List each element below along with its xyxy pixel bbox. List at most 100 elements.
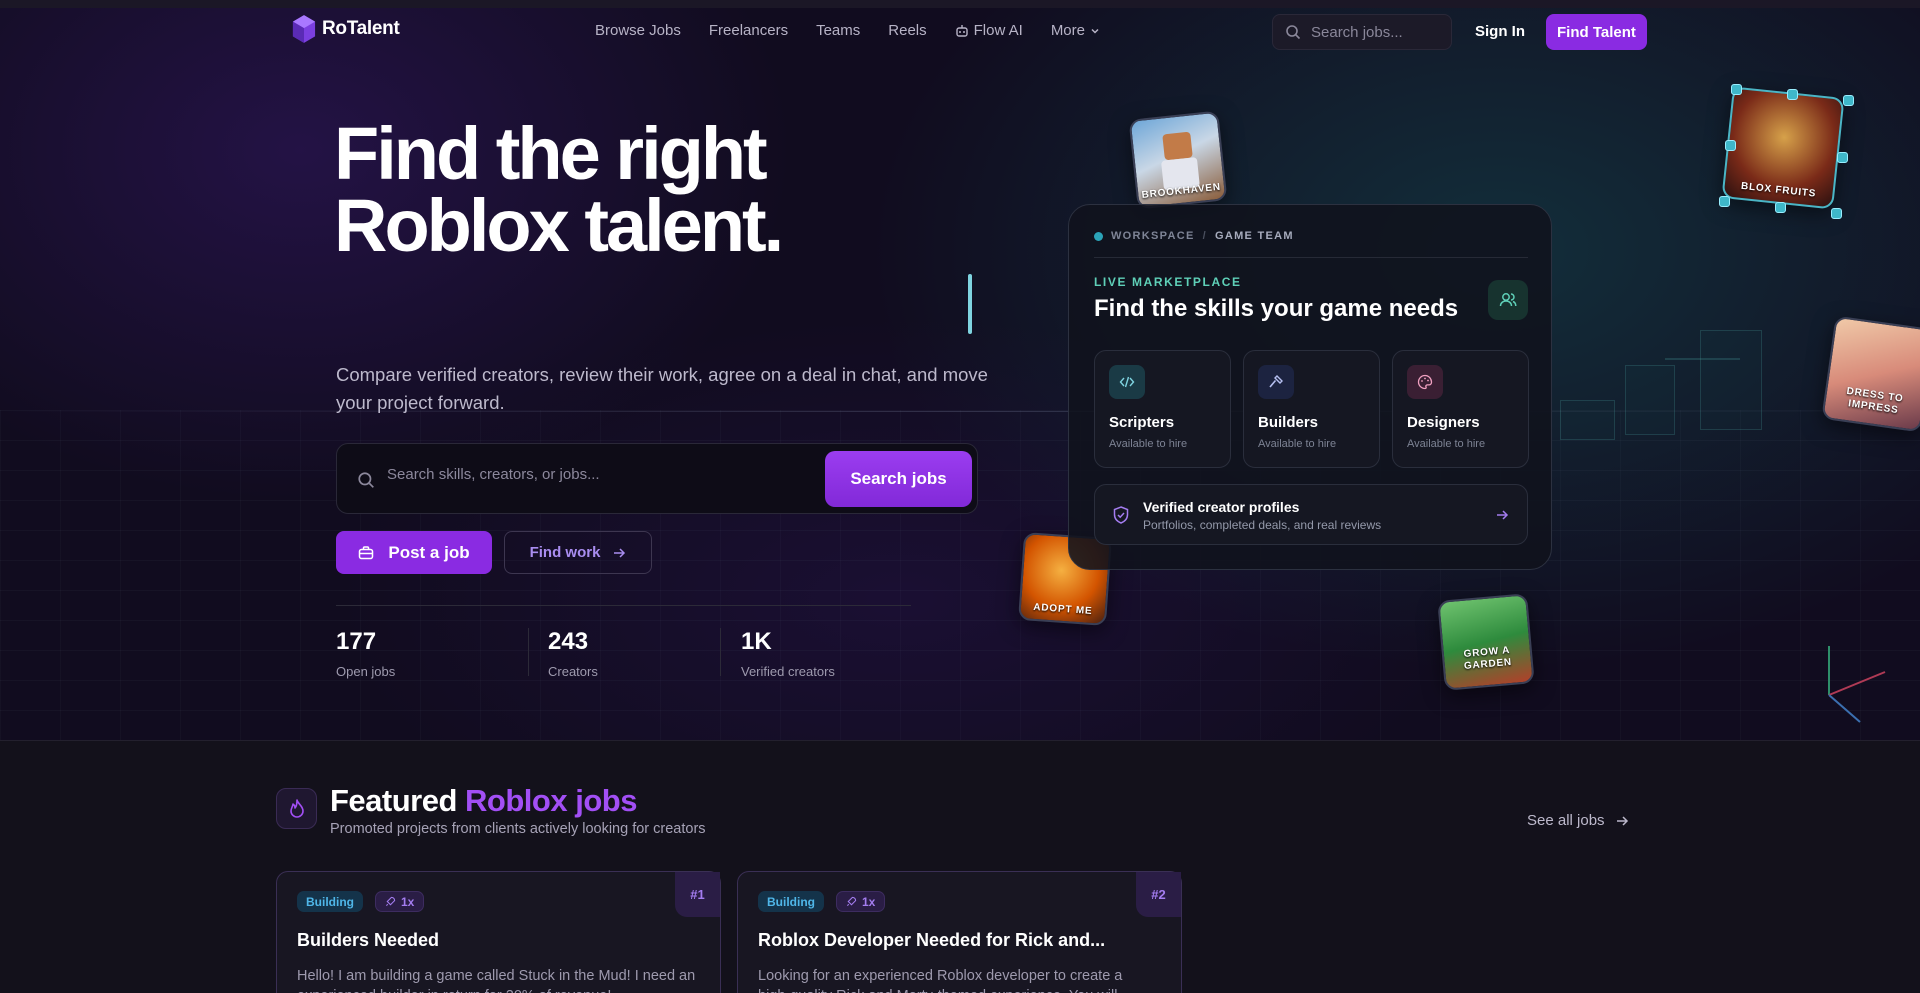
boost-badge: 1x (375, 891, 425, 912)
verified-profiles-row[interactable]: Verified creator profiles Portfolios, co… (1094, 484, 1528, 545)
stat-separator (528, 628, 529, 676)
resize-handle[interactable] (1831, 208, 1842, 219)
game-tile-grow-a-garden[interactable]: GROW A GARDEN (1437, 593, 1535, 691)
skill-card-designers[interactable]: Designers Available to hire (1392, 350, 1529, 468)
resize-handle[interactable] (1775, 202, 1786, 213)
search-icon (358, 472, 374, 488)
resize-handle[interactable] (1731, 84, 1742, 95)
nav-more-label: More (1050, 22, 1085, 39)
rank-badge: #1 (675, 872, 720, 917)
workspace-breadcrumb: WORKSPACE / GAME TEAM (1094, 230, 1294, 242)
nav-browse-jobs[interactable]: Browse Jobs (595, 22, 681, 39)
category-badge: Building (297, 891, 363, 912)
skill-icon-bg (1109, 365, 1145, 399)
crumb-separator: / (1202, 230, 1207, 242)
deco-block (1625, 365, 1675, 435)
resize-handle[interactable] (1719, 196, 1730, 207)
brand-logo[interactable]: RoTalent (292, 14, 400, 44)
marketplace-eyebrow: LIVE MARKETPLACE (1094, 275, 1242, 289)
nav-search-input[interactable] (1311, 23, 1441, 41)
rocket-icon (385, 896, 396, 907)
deco-block (1700, 330, 1762, 430)
nav-search[interactable] (1272, 14, 1452, 50)
search-icon (1286, 25, 1301, 40)
axis-gizmo-icon (1828, 646, 1886, 723)
skill-status: Available to hire (1109, 438, 1188, 450)
nav-teams[interactable]: Teams (816, 22, 860, 39)
skill-card-scripters[interactable]: Scripters Available to hire (1094, 350, 1231, 468)
skill-name: Scripters (1109, 414, 1175, 431)
hammer-icon (1269, 375, 1283, 388)
find-work-label: Find work (529, 544, 601, 561)
game-tile-brookhaven[interactable]: BROOKHAVEN (1128, 110, 1228, 210)
sign-in-link[interactable]: Sign In (1475, 23, 1525, 40)
hero-title: Find the right Roblox talent. (334, 112, 784, 267)
stat-label: Creators (548, 664, 598, 679)
nav-links: Browse Jobs Freelancers Teams Reels Flow… (595, 22, 1100, 39)
find-work-button[interactable]: Find work (504, 531, 652, 574)
resize-handle[interactable] (1787, 89, 1798, 100)
featured-subtitle: Promoted projects from clients actively … (330, 821, 706, 837)
briefcase-icon (359, 545, 374, 559)
game-label: BLOX FRUITS (1740, 180, 1817, 200)
skill-status: Available to hire (1407, 438, 1486, 450)
featured-title-b: Roblox jobs (465, 783, 637, 818)
hero-search-input[interactable] (387, 466, 807, 483)
arrow-right-icon (1616, 815, 1628, 826)
skill-icon-bg (1258, 365, 1294, 399)
skill-name: Designers (1407, 414, 1480, 431)
workspace-card: WORKSPACE / GAME TEAM LIVE MARKETPLACE F… (1068, 204, 1552, 570)
nav-more[interactable]: More (1051, 22, 1100, 39)
stat-value: 243 (548, 628, 589, 655)
stat-label: Open jobs (336, 664, 396, 679)
hero-search-bar: Search jobs (336, 443, 978, 514)
job-description: Looking for an experienced Roblox develo… (758, 968, 1130, 993)
see-all-label: See all jobs (1527, 812, 1605, 829)
skill-card-builders[interactable]: Builders Available to hire (1243, 350, 1380, 468)
post-job-button[interactable]: Post a job (336, 531, 492, 574)
game-tile-blox-fruits[interactable]: BLOX FRUITS (1721, 86, 1845, 210)
stat-value: 177 (336, 628, 377, 655)
game-tile-dress-to-impress[interactable]: DRESS TO IMPRESS (1821, 315, 1920, 433)
resize-handle[interactable] (1837, 152, 1848, 163)
crumb-game-team: GAME TEAM (1214, 230, 1294, 242)
resize-handle[interactable] (1725, 140, 1736, 151)
nav-flow-ai[interactable]: Flow AI (955, 22, 1023, 39)
nav-reels[interactable]: Reels (888, 22, 926, 39)
hero-title-line2: Roblox talent. (334, 184, 784, 267)
stats-divider (336, 605, 911, 606)
hero-section: RoTalent Browse Jobs Freelancers Teams R… (0, 0, 1920, 740)
hero-subtitle: Compare verified creators, review their … (336, 364, 988, 413)
job-card[interactable]: Building 1x #2 Roblox Developer Needed f… (737, 871, 1182, 993)
flame-icon (289, 798, 304, 818)
search-jobs-button[interactable]: Search jobs (825, 451, 972, 507)
chevron-down-icon (1091, 28, 1099, 34)
nav-freelancers[interactable]: Freelancers (709, 22, 788, 39)
job-card[interactable]: Building 1x #1 Builders Needed Hello! I … (276, 871, 721, 993)
job-title: Roblox Developer Needed for Rick and... (758, 930, 1106, 950)
workspace-title: Find the skills your game needs (1094, 295, 1459, 322)
top-strip (0, 0, 1920, 8)
arrow-right-icon (1497, 510, 1509, 520)
featured-title: Featured Roblox jobs (330, 783, 637, 819)
verified-subtitle: Portfolios, completed deals, and real re… (1143, 518, 1382, 532)
stat-verified-creators: 1K Verified creators (741, 628, 835, 679)
users-icon (1499, 293, 1517, 307)
stat-open-jobs: 177 Open jobs (336, 628, 395, 679)
resize-handle[interactable] (1843, 95, 1854, 106)
featured-title-a: Featured (330, 783, 457, 818)
find-talent-button[interactable]: Find Talent (1546, 14, 1647, 50)
rocket-icon (846, 896, 857, 907)
verified-title: Verified creator profiles (1143, 499, 1300, 515)
rotalent-logo-icon (292, 15, 316, 43)
team-button[interactable] (1488, 280, 1528, 320)
hero-title-line1: Find the right (334, 112, 768, 195)
stat-separator (720, 628, 721, 676)
robot-icon (955, 24, 968, 37)
see-all-jobs-link[interactable]: See all jobs (1527, 812, 1629, 829)
job-description: Hello! I am building a game called Stuck… (297, 968, 696, 993)
arrow-right-icon (614, 547, 626, 558)
rank-badge: #2 (1136, 872, 1181, 917)
boost-value: 1x (862, 894, 876, 909)
featured-icon-box (276, 788, 317, 829)
